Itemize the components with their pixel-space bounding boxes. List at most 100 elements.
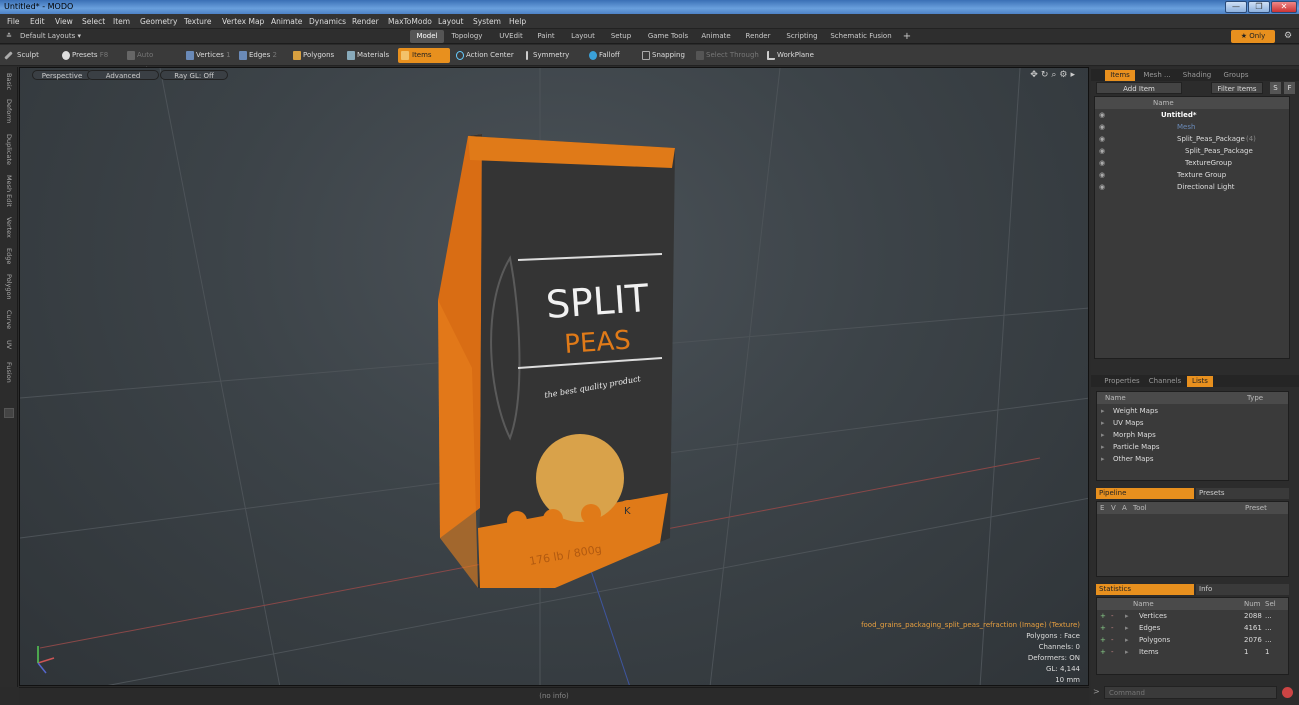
select-through-button[interactable]: Select Through	[694, 48, 762, 63]
menu-file[interactable]: File	[7, 17, 20, 26]
vertices-button[interactable]: Vertices 1	[184, 48, 236, 63]
menu-item[interactable]: Item	[113, 17, 130, 26]
menu-animate[interactable]: Animate	[271, 17, 302, 26]
list-item[interactable]: ▸ Particle Maps	[1097, 441, 1288, 453]
tab-mesh[interactable]: Mesh ...	[1139, 70, 1175, 81]
view-perspective-button[interactable]: Perspective	[32, 70, 92, 80]
menu-render[interactable]: Render	[352, 17, 379, 26]
only-toggle[interactable]: ★ Only	[1231, 30, 1275, 43]
edges-button[interactable]: Edges 2	[237, 48, 289, 63]
tab-lists[interactable]: Lists	[1187, 376, 1213, 387]
tree-row[interactable]: ◉ Mesh	[1095, 121, 1289, 133]
tab-statistics[interactable]: Statistics	[1096, 584, 1194, 595]
tree-row[interactable]: ◉ Texture Group	[1095, 169, 1289, 181]
menu-maxtomodo[interactable]: MaxToModo	[388, 17, 432, 26]
tab-topology[interactable]: Topology	[446, 30, 488, 43]
tab-mesh-edit[interactable]: Mesh Edit	[2, 173, 16, 209]
menu-vertex-map[interactable]: Vertex Map	[222, 17, 264, 26]
eye-icon[interactable]: ◉	[1099, 109, 1105, 121]
list-item[interactable]: ▸ Weight Maps	[1097, 405, 1288, 417]
tab-uv[interactable]: UV	[2, 337, 16, 353]
presets-button[interactable]: Presets F8	[60, 48, 116, 63]
tab-paint[interactable]: Paint	[532, 30, 560, 43]
list-item[interactable]: ▸ Other Maps	[1097, 453, 1288, 465]
workplane-button[interactable]: WorkPlane	[765, 48, 821, 63]
tree-row[interactable]: ◉ Split_Peas_Package (4)	[1095, 133, 1289, 145]
tab-curve[interactable]: Curve	[2, 307, 16, 333]
tab-layout[interactable]: Layout	[566, 30, 600, 43]
polygons-button[interactable]: Polygons	[291, 48, 341, 63]
table-row[interactable]: + - ▸ Edges 4161...	[1097, 622, 1288, 634]
tab-render[interactable]: Render	[741, 30, 775, 43]
3d-viewport[interactable]: K SPLIT PEAS the best quality product 17…	[19, 67, 1089, 686]
record-icon[interactable]	[1282, 687, 1293, 698]
tab-properties[interactable]: Properties	[1103, 376, 1141, 387]
tree-row[interactable]: ◉ TextureGroup	[1095, 157, 1289, 169]
eye-icon[interactable]: ◉	[1099, 121, 1105, 133]
s-toggle[interactable]: S	[1270, 82, 1281, 94]
menu-texture[interactable]: Texture	[184, 17, 211, 26]
eye-icon[interactable]: ◉	[1099, 145, 1105, 157]
eye-icon[interactable]: ◉	[1099, 181, 1105, 193]
command-input[interactable]	[1104, 686, 1277, 699]
tab-pipeline[interactable]: Pipeline	[1096, 488, 1194, 499]
tree-row[interactable]: ◉ Directional Light	[1095, 181, 1289, 193]
eye-icon[interactable]: ◉	[1099, 169, 1105, 181]
sculpt-button[interactable]: Sculpt	[4, 48, 57, 63]
tab-vertex[interactable]: Vertex	[2, 213, 16, 241]
tab-deform[interactable]: Deform	[2, 97, 16, 125]
menu-help[interactable]: Help	[509, 17, 526, 26]
f-toggle[interactable]: F	[1284, 82, 1295, 94]
tab-items[interactable]: Items	[1105, 70, 1135, 81]
tab-groups[interactable]: Groups	[1219, 70, 1253, 81]
symmetry-button[interactable]: Symmetry	[521, 48, 577, 63]
tab-info[interactable]: Info	[1196, 584, 1289, 595]
menu-geometry[interactable]: Geometry	[140, 17, 177, 26]
menu-dynamics[interactable]: Dynamics	[309, 17, 346, 26]
tab-uvedit[interactable]: UVEdit	[492, 30, 530, 43]
tab-shading[interactable]: Shading	[1179, 70, 1215, 81]
tab-animate[interactable]: Animate	[698, 30, 734, 43]
split-peas-package[interactable]: K SPLIT PEAS the best quality product 17…	[438, 134, 675, 588]
list-item[interactable]: ▸ UV Maps	[1097, 417, 1288, 429]
items-button[interactable]: Items	[398, 48, 450, 63]
minimize-button[interactable]: —	[1225, 1, 1247, 13]
add-item-button[interactable]: Add Item	[1096, 82, 1182, 94]
viewport-nav-icons[interactable]: ✥↻⌕⚙▸	[1030, 70, 1078, 80]
menu-system[interactable]: System	[473, 17, 501, 26]
tab-fusion[interactable]: Fusion	[2, 359, 16, 385]
tab-edge[interactable]: Edge	[2, 245, 16, 267]
maximize-button[interactable]: ❐	[1248, 1, 1270, 13]
tab-game-tools[interactable]: Game Tools	[643, 30, 693, 43]
list-item[interactable]: ▸ Morph Maps	[1097, 429, 1288, 441]
layout-preset-dropdown[interactable]: Default Layouts ▾	[20, 30, 100, 43]
snapping-button[interactable]: Snapping	[640, 48, 690, 63]
table-row[interactable]: + - ▸ Vertices 2088...	[1097, 610, 1288, 622]
panel-toggle-icon[interactable]	[4, 408, 14, 418]
layout-icon[interactable]: ≛	[3, 30, 15, 43]
table-row[interactable]: + - ▸ Polygons 2076...	[1097, 634, 1288, 646]
menu-layout[interactable]: Layout	[438, 17, 464, 26]
tree-row[interactable]: ◉ Split_Peas_Package	[1095, 145, 1289, 157]
auto-select-button[interactable]: Auto Select	[125, 48, 177, 74]
menu-select[interactable]: Select	[82, 17, 105, 26]
tab-model[interactable]: Model	[410, 30, 444, 43]
materials-button[interactable]: Materials	[345, 48, 395, 63]
raygl-toggle[interactable]: Ray GL: Off	[160, 70, 228, 80]
table-row[interactable]: + - ▸ Items 1 1	[1097, 646, 1288, 658]
add-tab-button[interactable]: +	[900, 30, 914, 43]
menu-view[interactable]: View	[55, 17, 73, 26]
falloff-button[interactable]: Falloff	[587, 48, 631, 63]
close-button[interactable]: ✕	[1271, 1, 1297, 13]
gear-icon[interactable]: ⚙	[1281, 30, 1295, 43]
filter-items-button[interactable]: Filter Items	[1211, 82, 1263, 94]
tab-duplicate[interactable]: Duplicate	[2, 131, 16, 167]
eye-icon[interactable]: ◉	[1099, 157, 1105, 169]
menu-edit[interactable]: Edit	[30, 17, 45, 26]
tab-scripting[interactable]: Scripting	[782, 30, 822, 43]
eye-icon[interactable]: ◉	[1099, 133, 1105, 145]
tab-basic[interactable]: Basic	[2, 71, 16, 93]
tree-row[interactable]: ◉ Untitled*	[1095, 109, 1289, 121]
tab-presets[interactable]: Presets	[1196, 488, 1289, 499]
action-center-button[interactable]: Action Center	[454, 48, 520, 63]
